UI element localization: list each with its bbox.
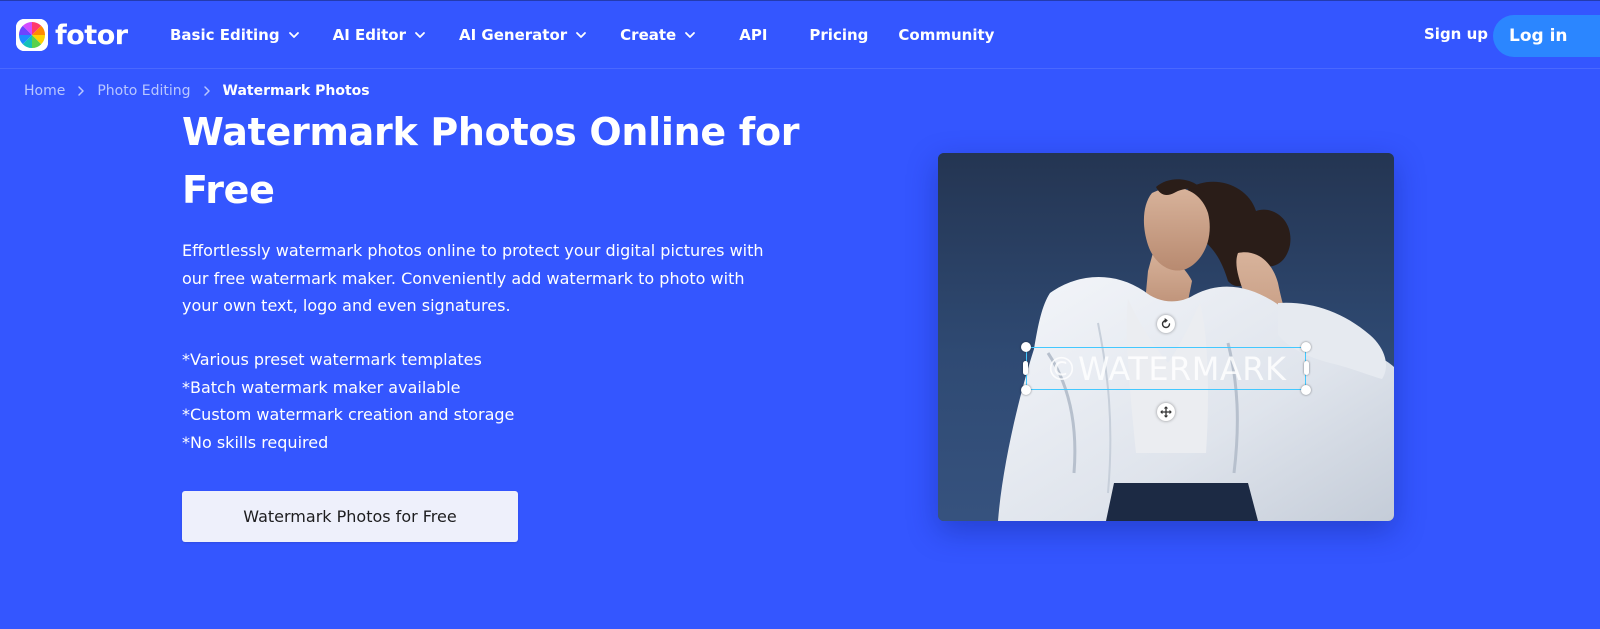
resize-handle-right[interactable] (1304, 361, 1309, 375)
site-header: fotor Basic Editing AI Editor AI Generat… (0, 0, 1600, 69)
nav-ai-editor-label: AI Editor (332, 26, 407, 44)
feature-list: *Various preset watermark templates *Bat… (182, 346, 514, 456)
chevron-right-icon (203, 86, 210, 96)
log-in-label: Log in (1509, 26, 1568, 46)
nav-ai-generator-label: AI Generator (459, 26, 568, 44)
rotate-icon (1161, 318, 1171, 329)
chevron-down-icon (685, 32, 696, 38)
move-icon (1160, 406, 1172, 418)
watermark-text: ©WATERMARK (1045, 349, 1287, 388)
nav-pricing-label: Pricing (809, 26, 869, 44)
chevron-down-icon (415, 32, 425, 38)
feature-item: *No skills required (182, 432, 329, 452)
hero-preview-image: ©WATERMARK (938, 153, 1394, 521)
fotor-logo-icon (16, 19, 48, 51)
main-nav: Basic Editing AI Editor AI Generator Cre… (170, 1, 994, 69)
resize-handle-left[interactable] (1023, 361, 1028, 375)
resize-handle-top-right[interactable] (1301, 342, 1311, 352)
resize-handle-bottom-left[interactable] (1021, 385, 1031, 395)
nav-ai-editor[interactable]: AI Editor (333, 26, 427, 44)
breadcrumb-home[interactable]: Home (24, 83, 65, 99)
chevron-right-icon (78, 86, 85, 96)
nav-api[interactable]: API (739, 26, 767, 44)
feature-item: *Custom watermark creation and storage (182, 405, 515, 424)
feature-item: *Batch watermark maker available (182, 377, 461, 397)
resize-handle-top-left[interactable] (1021, 342, 1031, 352)
page: fotor Basic Editing AI Editor AI Generat… (0, 0, 1600, 629)
nav-ai-generator[interactable]: AI Generator (459, 26, 588, 44)
watermark-photos-cta-button[interactable]: Watermark Photos for Free (182, 491, 518, 542)
nav-basic-editing[interactable]: Basic Editing (170, 26, 301, 44)
feature-item: *Various preset watermark templates (182, 350, 482, 369)
breadcrumb: Home Photo Editing Watermark Photos (24, 83, 370, 99)
nav-create[interactable]: Create (620, 26, 697, 44)
photo-illustration (938, 153, 1394, 521)
nav-basic-editing-label: Basic Editing (170, 26, 280, 44)
chevron-down-icon (288, 32, 299, 38)
nav-community-label: Community (898, 26, 995, 44)
move-button[interactable] (1157, 403, 1175, 421)
breadcrumb-photo-editing[interactable]: Photo Editing (97, 83, 190, 99)
sign-up-link[interactable]: Sign up (1424, 25, 1488, 43)
nav-community[interactable]: Community (898, 26, 994, 44)
watermark-selection-box[interactable]: ©WATERMARK (1026, 347, 1306, 390)
nav-api-label: API (739, 26, 768, 44)
nav-create-label: Create (620, 26, 677, 44)
logo-wordmark: fotor (55, 19, 128, 51)
hero-description: Effortlessly watermark photos online to … (182, 241, 764, 315)
nav-pricing[interactable]: Pricing (809, 26, 868, 44)
fotor-logo[interactable]: fotor (16, 17, 128, 53)
chevron-down-icon (576, 32, 587, 38)
rotate-button[interactable] (1157, 315, 1175, 333)
log-in-button[interactable]: Log in (1493, 15, 1600, 57)
resize-handle-bottom-right[interactable] (1301, 385, 1311, 395)
page-title: Watermark Photos Online for Free (182, 110, 800, 212)
breadcrumb-current: Watermark Photos (222, 83, 370, 99)
